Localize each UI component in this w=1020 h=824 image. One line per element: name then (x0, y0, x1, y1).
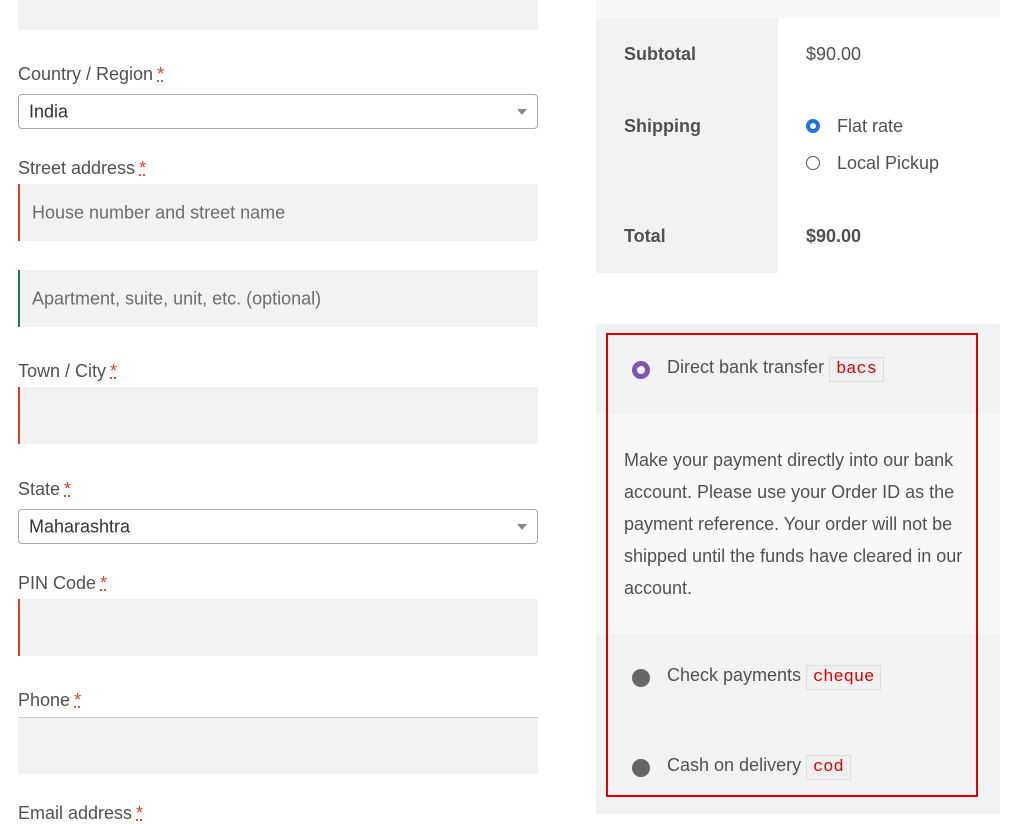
country-select[interactable]: India (18, 94, 538, 129)
country-select-value: India (29, 101, 69, 121)
street-address-input[interactable]: House number and street name (18, 184, 538, 241)
shipping-radio-flat-rate[interactable] (806, 119, 820, 133)
city-label-text: Town / City (18, 361, 107, 381)
subtotal-value: $90.00 (806, 44, 862, 64)
radio-unselected-icon[interactable] (632, 669, 650, 687)
payment-method-cheque[interactable]: Check payments cheque (596, 634, 1000, 724)
payment-method-name: Check payments (667, 665, 802, 685)
shipping-option-flat-rate[interactable]: Flat rate (837, 116, 903, 137)
phone-label: Phone * (18, 690, 81, 711)
shipping-label: Shipping (624, 116, 701, 136)
state-label: State * (18, 479, 71, 500)
state-select[interactable]: Maharashtra (18, 509, 538, 544)
email-label-text: Email address (18, 803, 133, 823)
totals-top-strip (596, 0, 1000, 18)
pin-label: PIN Code * (18, 573, 107, 594)
order-totals-table: Subtotal $90.00 Shipping Flat rate Local… (596, 18, 1000, 273)
payment-method-name: Direct bank transfer (667, 357, 825, 377)
required-mark: * (64, 479, 72, 499)
apartment-input[interactable]: Apartment, suite, unit, etc. (optional) (18, 270, 538, 327)
country-label-text: Country / Region (18, 64, 154, 84)
required-mark: * (136, 803, 144, 823)
payment-method-name: Cash on delivery (667, 755, 802, 775)
total-value: $90.00 (806, 226, 862, 246)
previous-field[interactable] (18, 0, 538, 30)
required-mark: * (110, 361, 118, 381)
radio-unselected-icon[interactable] (632, 759, 650, 777)
bacs-description: Make your payment directly into our bank… (624, 450, 963, 598)
chevron-down-icon (517, 524, 527, 530)
required-mark: * (74, 690, 82, 710)
apartment-placeholder: Apartment, suite, unit, etc. (optional) (32, 288, 322, 308)
shipping-radio-local-pickup[interactable] (806, 156, 820, 170)
state-select-value: Maharashtra (29, 516, 131, 536)
radio-selected-icon[interactable] (632, 361, 650, 379)
payment-description-box: Make your payment directly into our bank… (596, 414, 1000, 634)
city-input[interactable] (18, 387, 538, 444)
street-label-text: Street address (18, 158, 136, 178)
street-label: Street address * (18, 158, 146, 179)
payment-method-cod[interactable]: Cash on delivery cod (596, 724, 1000, 814)
total-label: Total (624, 226, 666, 246)
street-address-placeholder: House number and street name (32, 202, 286, 222)
payment-method-code: cheque (806, 665, 882, 690)
required-mark: * (157, 64, 165, 84)
phone-label-text: Phone (18, 690, 71, 710)
state-label-text: State (18, 479, 61, 499)
pin-code-input[interactable] (18, 599, 538, 656)
required-mark: * (139, 158, 147, 178)
city-label: Town / City * (18, 361, 117, 382)
phone-input[interactable] (18, 717, 538, 774)
payment-method-label: Check payments cheque (667, 665, 882, 690)
subtotal-label: Subtotal (624, 44, 696, 64)
shipping-option-local-pickup[interactable]: Local Pickup (837, 153, 939, 174)
payment-method-code: cod (806, 755, 851, 780)
required-mark: * (100, 573, 108, 593)
payment-method-label: Direct bank transfer bacs (667, 357, 884, 382)
pin-label-text: PIN Code (18, 573, 97, 593)
payment-method-label: Cash on delivery cod (667, 755, 851, 780)
payment-method-code: bacs (829, 357, 884, 382)
chevron-down-icon (517, 109, 527, 115)
country-label: Country / Region * (18, 64, 164, 85)
payment-method-bacs[interactable]: Direct bank transfer bacs (596, 324, 1000, 414)
